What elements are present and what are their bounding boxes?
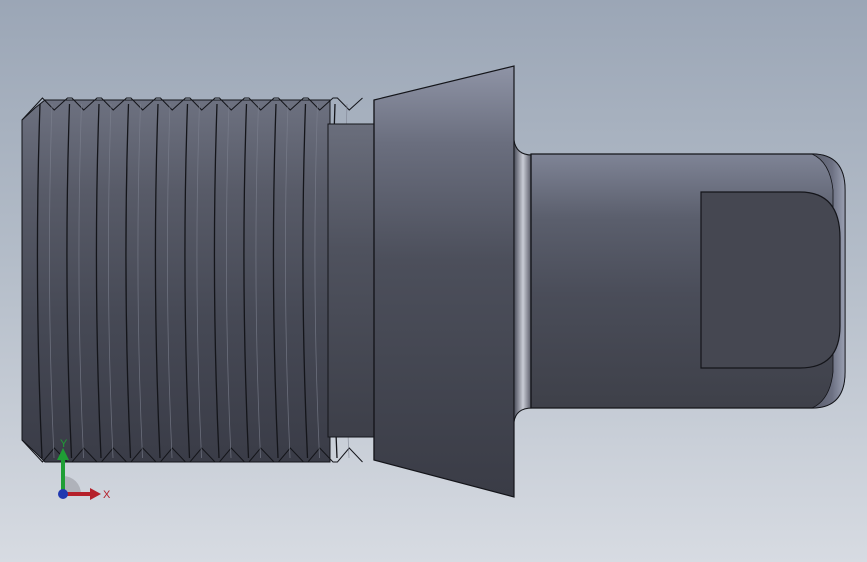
3d-model-view[interactable] [0,0,867,562]
graphics-viewport[interactable]: X Y [0,0,867,562]
z-axis-icon [58,489,68,499]
threaded-section[interactable] [21,97,363,463]
y-axis-label: Y [60,438,68,450]
wrench-flat[interactable] [700,191,841,369]
x-axis-arrow-icon [90,488,101,500]
orientation-triad[interactable]: X Y [48,436,118,508]
neck-section[interactable] [327,123,377,438]
x-axis-label: X [103,489,111,501]
relief-groove[interactable] [513,139,533,423]
conical-collar[interactable] [373,65,515,498]
